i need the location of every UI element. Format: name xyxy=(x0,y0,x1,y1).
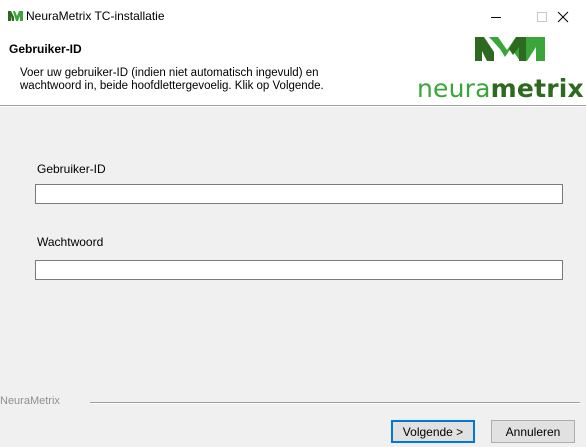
cancel-button[interactable]: Annuleren xyxy=(491,420,575,443)
page-title: Gebruiker-ID xyxy=(9,42,82,56)
password-label: Wachtwoord xyxy=(37,235,104,249)
password-input[interactable] xyxy=(35,260,563,280)
footer-brand-label: NeuraMetrix xyxy=(0,395,64,408)
neurametrix-wordmark: neurametrix xyxy=(417,74,584,104)
description-line: Voer uw gebruiker-ID (indien niet automa… xyxy=(20,67,319,79)
minimize-icon xyxy=(491,16,501,18)
close-button[interactable] xyxy=(540,0,586,33)
wizard-body: Gebruiker-ID Wachtwoord NeuraMetrix Volg… xyxy=(0,107,586,447)
user-id-input[interactable] xyxy=(35,184,563,204)
app-logo-icon xyxy=(8,11,23,21)
close-icon xyxy=(557,11,569,22)
minimize-button[interactable] xyxy=(473,0,519,33)
footer-divider-highlight xyxy=(90,403,580,404)
wizard-header: Gebruiker-ID Voer uw gebruiker-ID (indie… xyxy=(0,33,586,105)
wordmark-neura: neura xyxy=(417,74,491,103)
description-line: wachtwoord in, beide hoofdlettergevoelig… xyxy=(20,80,324,92)
neurametrix-nm-logo-icon xyxy=(475,37,545,61)
next-button[interactable]: Volgende > xyxy=(391,420,475,443)
page-description: Voer uw gebruiker-ID (indien niet automa… xyxy=(20,67,420,93)
window-title: NeuraMetrix TC-installatie xyxy=(26,9,165,23)
title-bar: NeuraMetrix TC-installatie xyxy=(0,0,586,33)
wordmark-metrix: metrix xyxy=(490,74,584,103)
user-id-label: Gebruiker-ID xyxy=(37,162,106,176)
